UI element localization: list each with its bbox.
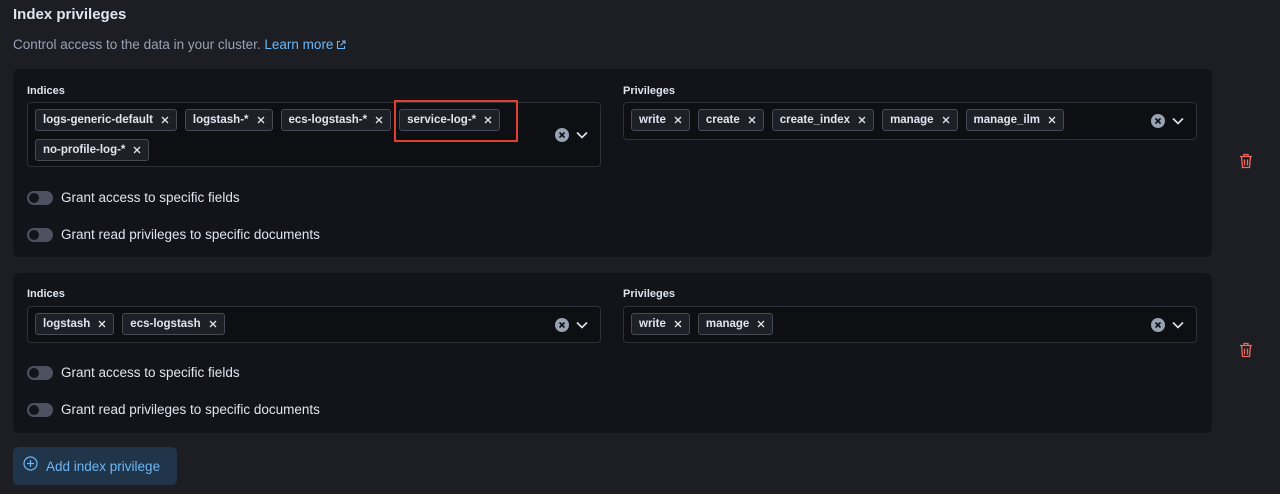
cross-icon[interactable]	[940, 114, 952, 126]
privilege-pill: create_index	[771, 109, 875, 131]
index-pill: logstash	[35, 313, 115, 335]
chevron-down-icon[interactable]	[1171, 114, 1185, 128]
grant-docs-switch[interactable]	[27, 227, 53, 242]
cross-icon[interactable]	[482, 114, 494, 126]
pill-label: ecs-logstash-*	[288, 114, 368, 126]
switch-knob	[29, 192, 39, 203]
grant-docs-label: Grant read privileges to specific docume…	[61, 227, 320, 242]
external-link-icon	[336, 38, 347, 53]
trash-icon	[1239, 153, 1253, 174]
pill-label: no-profile-log-*	[43, 144, 126, 156]
cross-icon[interactable]	[672, 318, 684, 330]
clear-icon[interactable]	[1151, 114, 1165, 128]
privileges-pill-list: write create create_index manage manage_ilm	[631, 109, 1134, 131]
cross-icon[interactable]	[373, 114, 385, 126]
switch-knob	[29, 229, 39, 240]
grant-fields-label: Grant access to specific fields	[61, 190, 240, 205]
switch-knob	[29, 404, 39, 415]
pill-label: service-log-*	[407, 114, 477, 126]
privilege-pill: manage_ilm	[965, 109, 1065, 131]
learn-more-label: Learn more	[264, 37, 334, 52]
index-pill: logstash-*	[184, 109, 273, 131]
index-pill: ecs-logstash	[122, 313, 225, 335]
index-pill: logs-generic-default	[35, 109, 177, 131]
chevron-down-icon[interactable]	[1171, 318, 1185, 332]
section-title: Index privileges	[13, 6, 127, 23]
pill-label: logstash-*	[192, 114, 249, 126]
privileges-pill-list: write manage	[631, 313, 1134, 335]
pill-label: manage	[705, 318, 750, 330]
indices-combobox[interactable]: logstash ecs-logstash	[27, 306, 601, 343]
clear-icon[interactable]	[555, 128, 569, 142]
index-privilege-group-1: Indices logs-generic-default logstash-* ec…	[13, 69, 1212, 257]
clear-icon[interactable]	[555, 318, 569, 332]
grant-docs-switch[interactable]	[27, 402, 53, 417]
delete-group-2-button[interactable]	[1237, 342, 1255, 363]
grant-fields-switch[interactable]	[27, 190, 53, 205]
privileges-combobox[interactable]: write manage	[623, 306, 1197, 343]
indices-pill-list: logstash ecs-logstash	[35, 313, 538, 335]
index-pill: no-profile-log-*	[35, 139, 150, 161]
section-description: Control access to the data in your clust…	[13, 37, 347, 53]
grant-fields-switch[interactable]	[27, 365, 53, 380]
pill-label: create_index	[779, 114, 851, 126]
indices-combobox[interactable]: logs-generic-default logstash-* ecs-logsta…	[27, 102, 601, 167]
grant-docs-row: Grant read privileges to specific docume…	[27, 402, 320, 417]
grant-docs-label: Grant read privileges to specific docume…	[61, 402, 320, 417]
grant-fields-row: Grant access to specific fields	[27, 190, 240, 205]
pill-label: manage	[890, 114, 934, 126]
cross-icon[interactable]	[755, 318, 767, 330]
index-pill: ecs-logstash-*	[280, 109, 392, 131]
pill-label: manage_ilm	[973, 114, 1041, 126]
chevron-down-icon[interactable]	[575, 318, 589, 332]
cross-icon[interactable]	[131, 144, 143, 156]
cross-icon[interactable]	[96, 318, 108, 330]
switch-knob	[29, 367, 39, 378]
chevron-down-icon[interactable]	[575, 128, 589, 142]
cross-icon[interactable]	[159, 114, 171, 126]
delete-group-1-button[interactable]	[1237, 153, 1255, 174]
pill-label: logstash	[43, 318, 91, 330]
learn-more-link[interactable]: Learn more	[264, 37, 347, 53]
index-privilege-group-2: Indices logstash ecs-logstash Privileges …	[13, 273, 1212, 433]
cross-icon[interactable]	[1046, 114, 1058, 126]
grant-fields-row: Grant access to specific fields	[27, 365, 240, 380]
cross-icon[interactable]	[207, 318, 219, 330]
indices-pill-list: logs-generic-default logstash-* ecs-logsta…	[35, 109, 538, 161]
pill-label: create	[705, 114, 740, 126]
privilege-pill: write	[631, 313, 690, 335]
trash-icon	[1239, 342, 1253, 363]
pill-label: logs-generic-default	[43, 114, 153, 126]
pill-label: write	[639, 318, 666, 330]
plus-circle-icon	[23, 456, 38, 476]
privilege-pill: manage	[697, 313, 774, 335]
cross-icon[interactable]	[746, 114, 758, 126]
indices-label: Indices	[27, 288, 65, 300]
privileges-label: Privileges	[623, 85, 675, 97]
privilege-pill: manage	[882, 109, 958, 131]
cross-icon[interactable]	[856, 114, 868, 126]
privileges-combobox[interactable]: write create create_index manage manage_ilm	[623, 102, 1197, 140]
cross-icon[interactable]	[672, 114, 684, 126]
clear-icon[interactable]	[1151, 318, 1165, 332]
privilege-pill: create	[697, 109, 764, 131]
privileges-label: Privileges	[623, 288, 675, 300]
pill-label: write	[639, 114, 666, 126]
indices-label: Indices	[27, 85, 65, 97]
cross-icon[interactable]	[255, 114, 267, 126]
privilege-pill: write	[631, 109, 690, 131]
add-index-privilege-label: Add index privilege	[46, 458, 161, 474]
add-index-privilege-button[interactable]: Add index privilege	[13, 447, 177, 485]
grant-docs-row: Grant read privileges to specific docume…	[27, 227, 320, 242]
pill-label: ecs-logstash	[130, 318, 201, 330]
section-description-text: Control access to the data in your clust…	[13, 37, 261, 52]
index-pill: service-log-*	[399, 109, 501, 131]
grant-fields-label: Grant access to specific fields	[61, 365, 240, 380]
